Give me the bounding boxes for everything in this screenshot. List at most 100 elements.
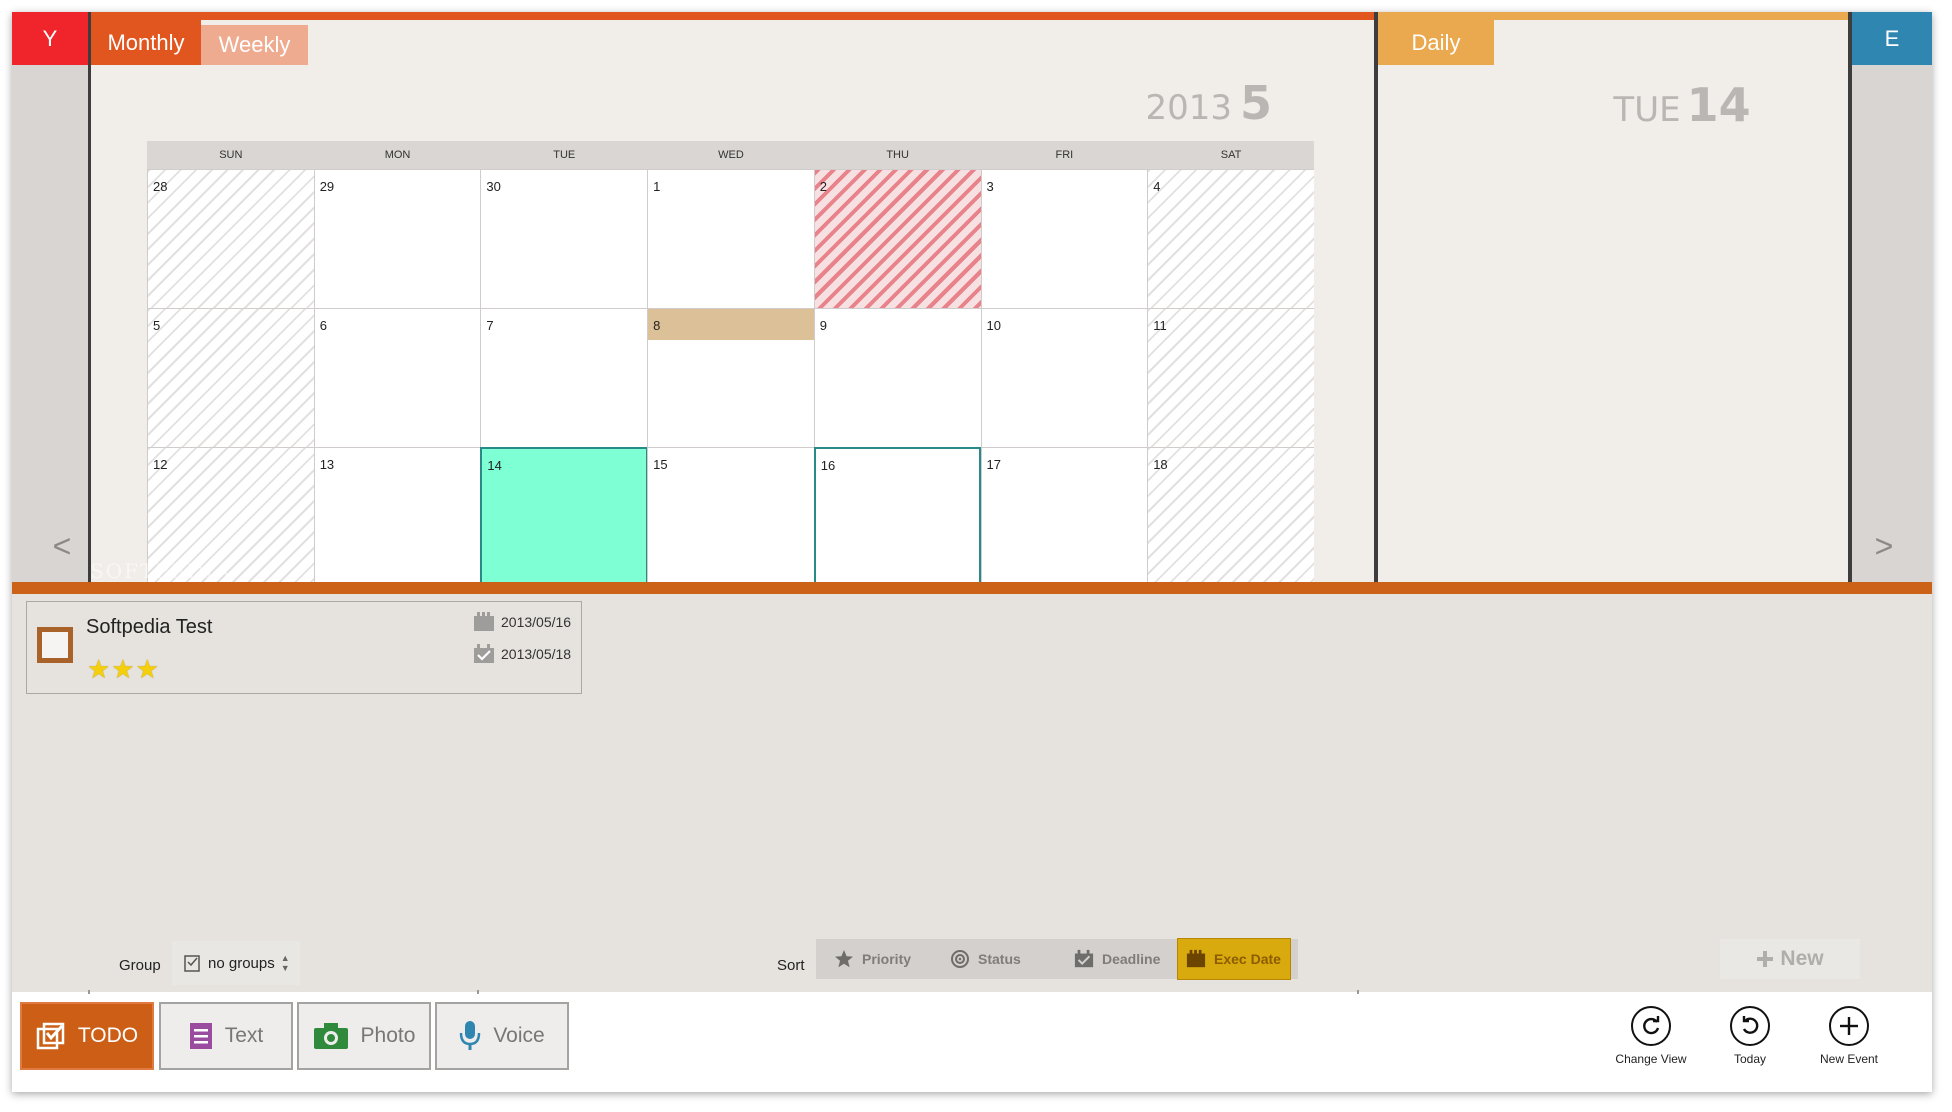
month-panel-accent [91,12,1374,20]
sort-status-button[interactable]: Status [950,939,1040,979]
calendar-day-cell[interactable]: 9 [813,308,982,448]
add-icon [1829,1006,1869,1046]
tab-voice[interactable]: Voice [435,1002,569,1070]
new-event-button[interactable]: New Event [1804,1002,1894,1066]
change-view-label: Change View [1615,1052,1687,1066]
day-number: 9 [819,318,828,333]
todo-checkbox[interactable] [37,627,73,663]
calendar-day-cell[interactable]: 8 [647,308,815,448]
calendar-day-cell[interactable]: 7 [480,308,649,448]
undo-icon [1730,1006,1770,1046]
deadline-row: 2013/05/16 [473,612,571,632]
daily-panel-accent [1378,12,1848,20]
calendar-day-cell[interactable]: 30 [480,169,649,309]
calendar-day-cell[interactable]: 1 [647,169,815,309]
weekday-header: TUE [480,141,649,169]
group-label: Group [119,957,161,974]
calendar-event-bar[interactable] [648,309,815,340]
day-heading-weekday: TUE [1613,90,1681,130]
calendar-day-cell[interactable]: 17 [980,447,1149,582]
calendar-day-cell[interactable]: 18 [1147,447,1314,582]
day-heading-day: 14 [1686,78,1751,132]
day-number: 16 [820,458,836,473]
calendar-icon [1186,949,1206,968]
year-view-tab[interactable]: Y [12,12,88,65]
priority-stars: ★★★ [87,654,160,684]
sort-toolbar: Priority Status Deadline Exec Date [816,938,1298,980]
calendar-day-cell[interactable]: 11 [1147,308,1314,448]
weekday-header: THU [813,141,982,169]
sort-exec-date-button[interactable]: Exec Date [1177,938,1291,980]
previous-arrow[interactable]: < [42,528,82,565]
exec-date: 2013/05/18 [501,646,572,662]
day-number: 15 [653,457,668,472]
day-number: 30 [486,179,501,194]
calendar-day-cell[interactable]: 16 [813,447,982,582]
sort-priority-button[interactable]: Priority [834,939,924,979]
tab-voice-label: Voice [493,1024,545,1047]
weekday-header: SUN [147,141,315,169]
left-rail [12,12,88,582]
plus-icon [1757,951,1774,967]
calendar-day-cell[interactable]: 2 [813,169,982,309]
tab-monthly[interactable]: Monthly [91,20,201,65]
microphone-icon [460,1021,481,1050]
bar-tick [1357,990,1359,994]
watermark: SOFTPEDIA [90,559,232,583]
group-selector[interactable]: no groups ▲ ▼ [172,941,300,985]
tab-daily[interactable]: Daily [1378,20,1494,65]
day-number: 2 [819,179,828,194]
sort-deadline-button[interactable]: Deadline [1074,939,1174,979]
group-spinner-icon[interactable]: ▲ ▼ [281,953,290,973]
day-heading: TUE 14 [1592,78,1772,132]
day-number: 14 [487,458,502,473]
splitter-bar[interactable] [12,582,1932,594]
tab-text[interactable]: Text [159,1002,293,1070]
tab-todo[interactable]: TODO [20,1002,154,1070]
target-icon [951,950,969,968]
weekday-header: WED [647,141,815,169]
app-window: Y < Monthly Weekly 2013 5 SUN MON TUE WED THU… [12,12,1932,1092]
document-icon [189,1023,212,1049]
star-icon [835,950,853,968]
refresh-icon [1631,1006,1671,1046]
calendar-day-cell[interactable]: 4 [1147,169,1314,309]
calendar-day-cell[interactable]: 6 [313,308,482,448]
month-heading-month: 5 [1239,76,1272,130]
weekday-header: SAT [1147,141,1314,169]
new-button[interactable]: New [1720,939,1860,979]
today-button[interactable]: Today [1705,1002,1795,1066]
calendar-check-icon [1074,949,1094,968]
tab-photo[interactable]: Photo [297,1002,431,1070]
calendar-day-cell[interactable]: 3 [980,169,1149,309]
calendar-day-cell[interactable]: 10 [980,308,1149,448]
day-number: 29 [319,179,335,194]
month-calendar-grid: SUN MON TUE WED THU FRI SAT 28 29 30 1 2 3 4 5 6 7 8 9 10 11… [147,141,1314,582]
calendar-day-cell[interactable]: 5 [147,308,315,448]
todo-title: Softpedia Test [86,616,213,638]
new-button-label: New [1780,947,1824,970]
change-view-button[interactable]: Change View [1606,1002,1696,1066]
checklist-icon [36,1022,65,1050]
right-rail [1852,12,1932,582]
calendar-day-cell[interactable]: 29 [313,169,482,309]
day-number: 5 [153,318,161,333]
sort-status-label: Status [978,951,1021,967]
tab-photo-label: Photo [360,1024,416,1047]
group-checklist-icon [184,955,200,972]
calendar-day-cell[interactable]: 13 [313,447,482,582]
day-number: 1 [653,179,661,194]
sort-deadline-label: Deadline [1102,951,1161,967]
sort-priority-label: Priority [862,951,912,967]
calendar-day-cell[interactable]: 14 [480,447,649,582]
todo-card[interactable]: Softpedia Test ★★★ 2013/05/16 2013/05/18 [26,601,582,694]
bar-tick [477,990,479,994]
tab-todo-label: TODO [77,1024,139,1047]
calendar-day-cell[interactable]: 28 [147,169,315,309]
next-arrow[interactable]: > [1864,528,1904,565]
tab-weekly[interactable]: Weekly [201,25,308,65]
right-view-tab[interactable]: E [1852,12,1932,65]
day-number: 18 [1153,457,1168,472]
calendar-day-cell[interactable]: 15 [647,447,815,582]
sort-label: Sort [777,957,805,974]
